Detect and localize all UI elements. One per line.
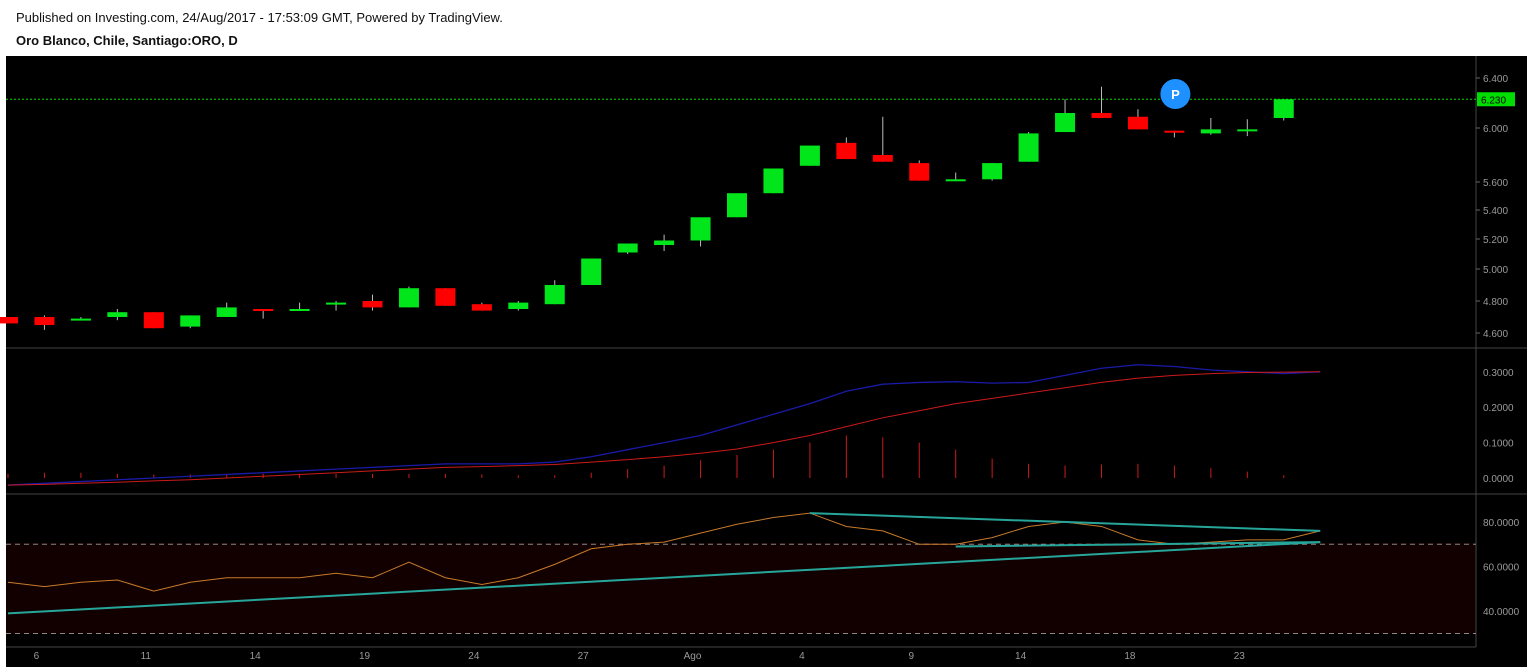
price-tick-label: 4.600 <box>1483 329 1508 340</box>
x-tick-label: 11 <box>141 651 152 662</box>
rsi-tick-label: 80.0000 <box>1483 518 1520 529</box>
x-tick-label: 19 <box>359 651 371 662</box>
x-tick-label: 14 <box>1015 651 1027 662</box>
candle-body <box>872 155 893 162</box>
candle-body <box>727 193 747 218</box>
candle-body <box>216 307 237 317</box>
macd-tick-label: 0.0000 <box>1483 474 1514 485</box>
candle-body <box>544 285 565 305</box>
candle-body <box>70 318 91 321</box>
last-price-label: 6.230 <box>1481 95 1506 106</box>
macd-tick-label: 0.2000 <box>1483 403 1514 414</box>
candle-body <box>1018 133 1039 162</box>
rsi-band-zone <box>6 543 1476 634</box>
candle-body <box>763 168 784 194</box>
candle-body <box>945 179 966 182</box>
candle-body <box>253 309 274 311</box>
x-tick-label: 23 <box>1234 651 1246 662</box>
candle-body <box>1055 113 1076 133</box>
candle-body <box>107 312 128 317</box>
candle-body <box>435 288 456 306</box>
candle-body <box>1200 129 1221 134</box>
price-tick-label: 4.800 <box>1483 297 1508 308</box>
x-tick-label: 27 <box>578 651 590 662</box>
candle-body <box>398 288 419 308</box>
candle-body <box>617 243 638 253</box>
candle-body <box>982 163 1003 180</box>
candle-body <box>799 145 820 166</box>
price-tick-label: 5.200 <box>1483 235 1508 246</box>
candle-body <box>180 315 201 327</box>
candle-body <box>654 240 675 245</box>
rsi-tick-label: 40.0000 <box>1483 607 1520 618</box>
candle-body <box>1273 99 1294 118</box>
price-tick-label: 6.000 <box>1483 124 1508 135</box>
candle-body <box>581 258 602 285</box>
candle-body <box>836 142 857 160</box>
candle-body <box>690 217 711 241</box>
x-tick-label: 4 <box>799 651 805 662</box>
price-tick-label: 5.000 <box>1483 265 1508 276</box>
candle-body <box>909 163 930 181</box>
candle-body <box>34 317 55 325</box>
candle-body <box>1164 130 1185 133</box>
candle-body <box>471 304 492 311</box>
x-tick-label: 18 <box>1124 651 1136 662</box>
candle-body <box>508 302 529 309</box>
x-tick-label: 9 <box>908 651 914 662</box>
candle-body <box>1237 129 1258 132</box>
candle-body <box>326 302 347 305</box>
candle-body <box>289 309 310 311</box>
x-tick-label: 14 <box>250 651 262 662</box>
price-tick-label: 6.400 <box>1483 74 1508 85</box>
rsi-tick-label: 60.0000 <box>1483 563 1520 574</box>
marker-badge-label: P <box>1171 87 1180 102</box>
price-tick-label: 5.400 <box>1483 206 1508 217</box>
candle-body <box>1127 116 1148 130</box>
macd-tick-label: 0.3000 <box>1483 368 1514 379</box>
candle-body <box>1091 113 1112 118</box>
x-tick-label: 6 <box>34 651 40 662</box>
macd-tick-label: 0.1000 <box>1483 439 1514 450</box>
candle-body <box>362 301 383 308</box>
candle-body <box>0 317 18 324</box>
chart-area[interactable]: P 6.400 6.000 5.600 5.400 5.200 5.000 4.800 4.6… <box>0 0 1533 667</box>
candle-body <box>143 312 164 329</box>
x-tick-label: Ago <box>684 651 702 662</box>
price-tick-label: 5.600 <box>1483 178 1508 189</box>
x-tick-label: 24 <box>468 651 480 662</box>
